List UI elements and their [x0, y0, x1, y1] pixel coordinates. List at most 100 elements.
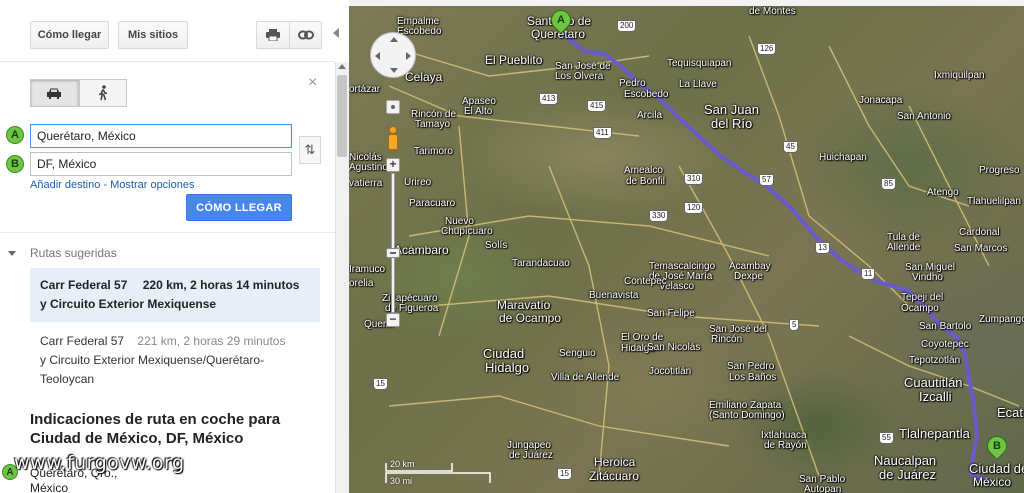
- place-label: Atengo: [927, 187, 959, 198]
- zoom-slider-track[interactable]: [391, 173, 395, 313]
- place-label: Allende: [887, 242, 921, 253]
- swap-waypoints-button[interactable]: ⇅: [299, 136, 321, 164]
- place-label: San Pedro: [727, 361, 775, 372]
- place-label: Rincón: [711, 334, 743, 345]
- google-maps-app: Cómo llegar Mis sitios × A Querétaro, Mé…: [0, 0, 1024, 493]
- pan-right-icon[interactable]: [406, 52, 411, 60]
- destination-marker-icon: B: [6, 155, 24, 173]
- walking-mode-button[interactable]: [78, 79, 127, 107]
- close-icon[interactable]: ×: [308, 75, 317, 91]
- place-label: Chupícuaro: [441, 226, 493, 237]
- place-label: San Juan: [704, 102, 759, 117]
- place-label: (Santo Domingo): [709, 410, 785, 421]
- place-label: de Juárez: [509, 450, 553, 461]
- walk-icon: [98, 85, 107, 101]
- highway-shield: 45: [783, 141, 798, 153]
- scrollbar-thumb[interactable]: [337, 75, 347, 157]
- pan-down-icon[interactable]: [390, 68, 398, 73]
- route-name: Carr Federal 57: [40, 334, 125, 348]
- place-label: ortázar: [349, 84, 381, 95]
- place-label: Senguio: [559, 348, 596, 359]
- place-label: Tarimoro: [414, 146, 453, 157]
- place-label: del Río: [711, 116, 753, 131]
- link-icon: [297, 30, 314, 40]
- zoom-slider-handle[interactable]: [386, 248, 400, 258]
- highway-shield: 120: [684, 202, 704, 214]
- suggested-routes-label: Rutas sugeridas: [30, 246, 117, 260]
- place-label: La Llave: [679, 79, 717, 90]
- place-label: Tequisquiapan: [667, 58, 732, 69]
- place-label: Jocotitlán: [649, 366, 692, 377]
- highway-shield: 11: [861, 268, 876, 280]
- top-toolbar: Cómo llegar Mis sitios: [0, 0, 335, 62]
- origin-input[interactable]: [30, 124, 292, 148]
- place-label: Huichapan: [819, 152, 867, 163]
- place-label: Acámbaro: [394, 243, 449, 257]
- place-label: Coyotepec: [921, 339, 969, 350]
- place-label: San Nicolás: [647, 342, 701, 353]
- link-button[interactable]: [289, 21, 322, 49]
- place-label: Villa de Allende: [551, 372, 620, 383]
- step-address-line2: México: [30, 481, 69, 493]
- add-destination-link[interactable]: Añadir destino: [30, 179, 100, 191]
- location-dot-icon[interactable]: [386, 100, 400, 114]
- pan-left-icon[interactable]: [375, 52, 380, 60]
- scale-imperial-label: 30 mi: [390, 476, 413, 486]
- route-distance-time: 221 km, 2 horas 29 minutos: [137, 334, 286, 348]
- place-label: Los Baños: [729, 372, 777, 383]
- place-label: Ciudad: [483, 346, 525, 361]
- get-directions-button[interactable]: CÓMO LLEGAR: [186, 194, 292, 221]
- route-option-1[interactable]: Carr Federal 57 220 km, 2 horas 14 minut…: [30, 268, 320, 322]
- place-label: San Bartolo: [919, 321, 972, 332]
- highway-shield: 15: [373, 378, 388, 390]
- collapse-panel-icon[interactable]: [333, 28, 339, 38]
- zoom-in-button[interactable]: +: [386, 158, 400, 172]
- my-sites-button[interactable]: Mis sitios: [118, 21, 188, 49]
- place-label: El Alto: [464, 106, 493, 117]
- highway-shield: 411: [593, 127, 612, 139]
- marker-label: A: [557, 14, 565, 26]
- place-label: Vindho: [912, 272, 943, 283]
- collapse-triangle-icon: [8, 250, 16, 256]
- highway-shield: 310: [684, 173, 704, 185]
- place-label: Contepec: [624, 276, 667, 287]
- place-label: Pedro: [619, 78, 646, 89]
- destination-input[interactable]: [30, 152, 292, 176]
- place-label: Ecat...: [997, 405, 1024, 420]
- print-button[interactable]: [256, 21, 290, 49]
- directions-button[interactable]: Cómo llegar: [30, 21, 109, 49]
- route-name-continued: y Circuito Exterior Mexiquense/Querétaro…: [40, 353, 265, 386]
- place-label: Escobedo: [624, 89, 669, 100]
- place-label: Autopan: [804, 484, 842, 493]
- directions-panel: Cómo llegar Mis sitios × A Querétaro, Mé…: [0, 0, 335, 493]
- show-options-link[interactable]: Mostrar opciones: [110, 179, 194, 191]
- route-option-2[interactable]: Carr Federal 57 221 km, 2 horas 29 minut…: [30, 324, 320, 390]
- place-label: Iramuco: [349, 264, 386, 275]
- waypoint-links: Añadir destino - Mostrar opciones: [30, 179, 194, 191]
- place-label: Zitácuaro: [589, 469, 640, 483]
- links-separator: -: [100, 179, 111, 191]
- place-label: de Bonfil: [626, 176, 665, 187]
- place-label: Tlahuelilpan: [967, 196, 1021, 207]
- suggested-routes-header[interactable]: Rutas sugeridas: [8, 246, 117, 260]
- pan-control[interactable]: [370, 32, 416, 78]
- highway-shield: 126: [757, 43, 777, 55]
- place-label: Dexpe: [734, 271, 763, 282]
- place-label: orelia: [349, 278, 374, 289]
- pegman-head: [389, 126, 397, 134]
- place-label: Tepotzotlán: [909, 355, 961, 366]
- driving-mode-button[interactable]: [30, 79, 79, 107]
- satellite-map[interactable]: Santiago de Querétaro Empalme Escobedo E…: [349, 6, 1024, 493]
- pan-up-icon[interactable]: [390, 37, 398, 42]
- place-label: México: [973, 475, 1012, 489]
- zoom-out-button[interactable]: −: [386, 313, 400, 327]
- marker-label: B: [993, 440, 1001, 452]
- place-label: Zumpango: [979, 314, 1024, 325]
- scroll-up-icon[interactable]: [338, 64, 346, 69]
- street-view-pegman-icon[interactable]: [385, 126, 401, 154]
- place-label: Cardonal: [959, 227, 1000, 238]
- place-label: Tlalnepantla: [899, 426, 970, 441]
- place-label: San Antonio: [897, 111, 951, 122]
- map-scale-bar: 20 km 30 mi: [384, 459, 494, 489]
- place-label: Heroica: [594, 455, 636, 469]
